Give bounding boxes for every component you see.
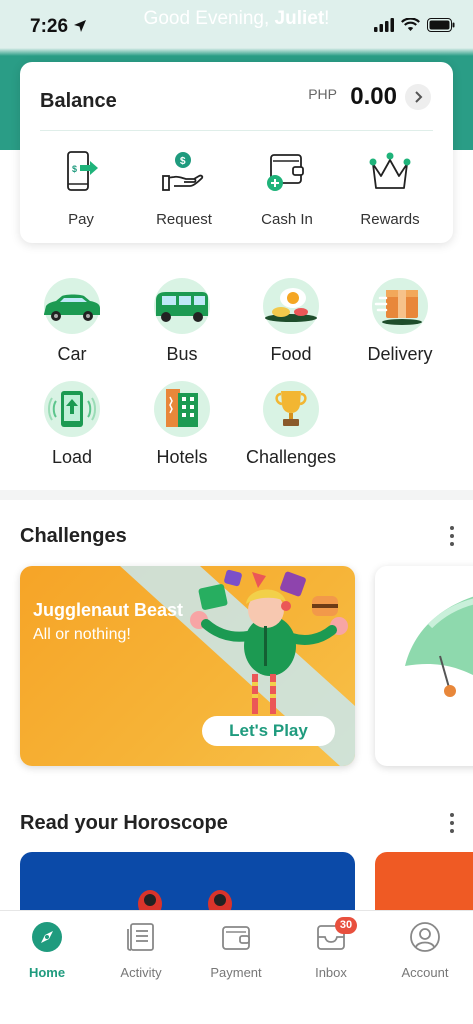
nav-label: Inbox bbox=[315, 965, 347, 980]
more-dot bbox=[450, 526, 454, 530]
user-icon bbox=[410, 922, 440, 952]
service-challenges[interactable]: Challenges bbox=[236, 381, 346, 468]
service-icon-bg bbox=[44, 278, 100, 334]
service-icon-bg bbox=[44, 381, 100, 437]
lets-play-button[interactable]: Let's Play bbox=[202, 716, 335, 746]
balance-title: Balance bbox=[40, 90, 117, 112]
service-food[interactable]: Food bbox=[236, 278, 346, 365]
status-icons bbox=[374, 18, 455, 32]
nav-label: Activity bbox=[120, 965, 162, 980]
service-icon-bg bbox=[154, 381, 210, 437]
document-icon bbox=[127, 923, 154, 951]
service-icon-bg bbox=[263, 381, 319, 437]
nav-home[interactable]: Home bbox=[0, 921, 94, 980]
nav-icon-wrap: 30 bbox=[315, 917, 357, 953]
trophy-icon bbox=[275, 391, 307, 426]
nav-icon-wrap bbox=[220, 921, 252, 953]
nav-activity[interactable]: Activity bbox=[94, 921, 188, 980]
service-icon-bg bbox=[372, 278, 428, 334]
challenges-section-title: Challenges bbox=[20, 525, 127, 547]
status-bar: 7:26 Good Evening, Juliet! bbox=[0, 0, 473, 56]
challenge-subtitle: All or nothing! bbox=[33, 626, 131, 643]
chevron-right-icon bbox=[415, 91, 423, 103]
balance-currency: PHP bbox=[308, 86, 337, 102]
battery-icon bbox=[427, 18, 455, 32]
service-load[interactable]: Load bbox=[17, 381, 127, 468]
inbox-badge: 30 bbox=[335, 917, 357, 934]
service-delivery[interactable]: Delivery bbox=[345, 278, 455, 365]
pay-button[interactable]: $ Pay bbox=[31, 150, 131, 228]
more-dot bbox=[450, 821, 454, 825]
food-icon bbox=[265, 288, 317, 322]
crown-icon bbox=[369, 152, 411, 189]
nav-icon-wrap bbox=[409, 921, 441, 953]
rewards-button[interactable]: Rewards bbox=[340, 150, 440, 228]
nav-icon-wrap bbox=[31, 921, 63, 953]
wallet-icon bbox=[222, 926, 250, 950]
challenge-card-next[interactable] bbox=[375, 566, 473, 766]
hotel-icon bbox=[166, 389, 198, 427]
balance-card[interactable]: Balance PHP 0.00 $ Pay $ Request Cash In… bbox=[20, 62, 453, 243]
service-label: Food bbox=[270, 344, 312, 364]
quick-action-label: Request bbox=[156, 211, 212, 228]
service-label: Challenges bbox=[245, 447, 337, 467]
service-icon-bg bbox=[154, 278, 210, 334]
nav-account[interactable]: Account bbox=[378, 921, 472, 980]
more-dot bbox=[450, 542, 454, 546]
challenge-illustration bbox=[405, 596, 473, 697]
more-dot bbox=[450, 813, 454, 817]
wifi-icon bbox=[401, 18, 420, 31]
quick-action-label: Pay bbox=[68, 211, 94, 228]
balance-details-button[interactable] bbox=[405, 84, 431, 110]
cash-in-button[interactable]: Cash In bbox=[237, 150, 337, 228]
delivery-box-icon bbox=[374, 290, 422, 325]
service-label: Bus bbox=[166, 344, 198, 364]
service-label: Load bbox=[51, 447, 93, 467]
bus-icon bbox=[156, 292, 208, 322]
more-dot bbox=[450, 829, 454, 833]
quick-action-label: Rewards bbox=[360, 211, 420, 228]
car-icon bbox=[44, 294, 100, 321]
wallet-plus-icon bbox=[267, 154, 304, 191]
service-label: Car bbox=[57, 344, 87, 364]
nav-payment[interactable]: Payment bbox=[189, 921, 283, 980]
more-dot bbox=[450, 534, 454, 538]
section-divider bbox=[0, 490, 473, 500]
horoscope-section-title: Read your Horoscope bbox=[20, 812, 228, 834]
divider bbox=[40, 130, 433, 131]
quick-action-label: Cash In bbox=[261, 211, 313, 228]
nav-label: Home bbox=[28, 965, 66, 980]
svg-text:$: $ bbox=[180, 156, 186, 167]
bottom-navigation: Home Activity Payment 30 Inbox Account bbox=[0, 910, 473, 1024]
signal-icon bbox=[374, 18, 394, 32]
compass-icon bbox=[32, 922, 62, 952]
pay-phone-icon: $ bbox=[67, 151, 98, 191]
phone-load-icon bbox=[48, 391, 96, 427]
service-label: Hotels bbox=[156, 447, 208, 467]
request-hand-icon: $ bbox=[162, 152, 204, 191]
service-icon-bg bbox=[263, 278, 319, 334]
challenges-more-button[interactable] bbox=[449, 526, 455, 546]
service-car[interactable]: Car bbox=[17, 278, 127, 365]
horoscope-more-button[interactable] bbox=[449, 813, 455, 833]
nav-inbox[interactable]: 30 Inbox bbox=[284, 917, 378, 980]
service-label: Delivery bbox=[367, 344, 433, 364]
balance-amount: 0.00 bbox=[350, 83, 397, 110]
challenge-card[interactable]: Jugglenaut Beast All or nothing! Let's P… bbox=[20, 566, 355, 766]
nav-label: Account bbox=[401, 965, 449, 980]
nav-label: Payment bbox=[210, 965, 262, 980]
request-button[interactable]: $ Request bbox=[134, 150, 234, 228]
challenge-title: Jugglenaut Beast bbox=[33, 600, 184, 620]
service-hotels[interactable]: Hotels bbox=[127, 381, 237, 468]
nav-icon-wrap bbox=[125, 921, 157, 953]
service-bus[interactable]: Bus bbox=[127, 278, 237, 365]
svg-text:$: $ bbox=[72, 164, 77, 174]
